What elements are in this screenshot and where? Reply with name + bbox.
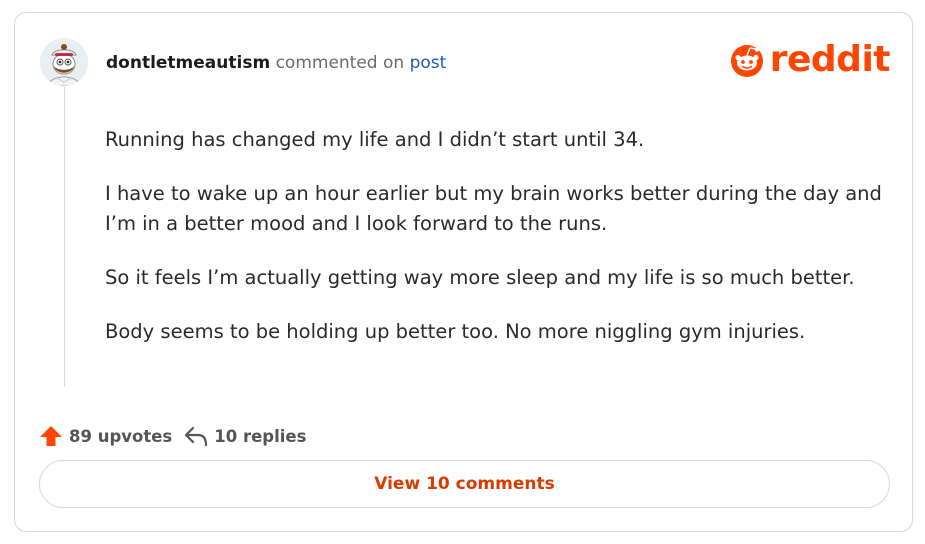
comment-paragraph: I have to wake up an hour earlier but my… bbox=[105, 182, 882, 235]
reddit-snoo-icon bbox=[730, 45, 763, 77]
comment-actions: 89 upvotes 10 replies bbox=[39, 424, 306, 448]
upvotes-count: 89 upvotes bbox=[69, 426, 173, 446]
commented-on-text: commented on bbox=[275, 53, 405, 73]
reddit-wordmark: reddit bbox=[769, 39, 891, 80]
replies-count: 10 replies bbox=[214, 426, 307, 446]
comment-paragraph: Body seems to be holding up better too. … bbox=[105, 320, 806, 343]
snoo-avatar-icon[interactable] bbox=[40, 38, 88, 86]
upvote-button[interactable]: 89 upvotes bbox=[39, 424, 172, 448]
comment-body: Running has changed my life and I didn’t… bbox=[105, 125, 895, 371]
view-comments-button[interactable]: View 10 comments bbox=[39, 460, 890, 508]
comment-header: dontletmeautism commented on post bbox=[106, 52, 446, 74]
comment-paragraph: So it feels I’m actually getting way mor… bbox=[105, 266, 855, 289]
post-link[interactable]: post bbox=[410, 53, 447, 73]
upvote-arrow-icon bbox=[40, 426, 62, 446]
thread-line bbox=[64, 87, 65, 387]
reply-arrow-icon bbox=[185, 426, 208, 447]
reddit-logo[interactable]: reddit bbox=[730, 39, 891, 80]
comment-card: dontletmeautism commented on post reddit… bbox=[14, 12, 913, 532]
comment-paragraph: Running has changed my life and I didn’t… bbox=[105, 128, 645, 151]
username-link[interactable]: dontletmeautism bbox=[106, 53, 270, 73]
replies-button[interactable]: 10 replies bbox=[184, 425, 306, 447]
